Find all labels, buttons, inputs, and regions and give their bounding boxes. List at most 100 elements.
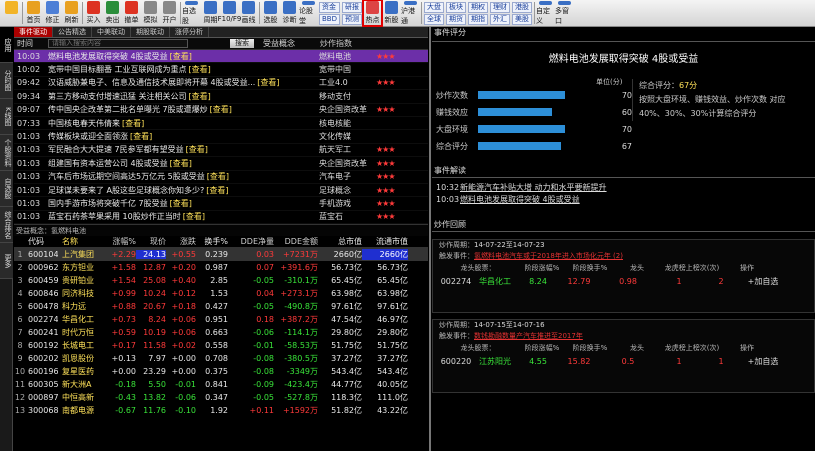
news-concept[interactable]: 文化传媒 xyxy=(316,131,376,142)
sidebar-item[interactable]: 个股资料 xyxy=(0,135,13,171)
news-row[interactable]: 01:03 汽车后市场远期空间高达5万亿元 5股或受益 [查看] 汽车电子 ★★★ xyxy=(14,171,428,184)
news-row[interactable]: 01:03 军民融合大大提速 7民参军都有望受益 [查看] 航天军工 ★★★ xyxy=(14,144,428,158)
view-link[interactable]: [查看] xyxy=(186,145,208,154)
news-row[interactable]: 01:03 国内手游市场将突破千亿 7股受益 [查看] 手机游戏 ★★★ xyxy=(14,197,428,211)
新股-button[interactable]: 新股 xyxy=(382,0,401,26)
toolbar-pill-button[interactable]: 大盘 xyxy=(424,1,444,13)
卖出-button[interactable]: 卖出 xyxy=(103,0,122,26)
news-row[interactable]: 01:03 足球谋未要来了 A股这些足球概念你知多少? [查看] 足球概念 ★★★ xyxy=(14,184,428,198)
news-concept[interactable]: 核电核能 xyxy=(316,118,376,129)
tab-0[interactable]: 事件驱动 xyxy=(14,27,53,37)
toolbar-pill-button[interactable]: 全球 xyxy=(424,13,444,25)
stock-row[interactable]: 12 000897 中恒高新 -0.43 13.82 -0.06 0.347 -0.05 -52… xyxy=(14,391,428,404)
hype-action[interactable]: +加自选 xyxy=(741,356,785,367)
news-row[interactable]: 09:34 第三方移动支付增速迅猛 关注相关公司 [查看] 移动支付 xyxy=(14,90,428,104)
view-link[interactable]: [查看] xyxy=(122,119,144,128)
开户-button[interactable]: 开户 xyxy=(160,0,179,26)
刷新-button[interactable]: 刷新 xyxy=(62,0,81,26)
sidebar-item[interactable]: 自选股 xyxy=(0,171,13,207)
view-link[interactable]: [查看] xyxy=(189,92,211,101)
stock-row[interactable]: 13 300068 南都电源 -0.67 11.76 -0.10 1.92 +0.11 +159… xyxy=(14,404,428,417)
news-row[interactable]: 10:02 宽带中国目标翻番 工业互联网成为重点 [查看] 宽带中国 xyxy=(14,63,428,77)
stock-row[interactable]: 9 600202 凯恩股份 +0.13 7.97 +0.00 0.708 -0.08 -380.… xyxy=(14,352,428,365)
news-concept[interactable]: 宽带中国 xyxy=(316,64,376,75)
诊断-button[interactable]: 诊断 xyxy=(280,0,299,26)
hype-data-row[interactable]: 002274 华昌化工 8.24 12.79 0.98 1 2 +加自选 xyxy=(433,274,814,288)
news-title[interactable]: 中国核电春天伟倩来 [查看] xyxy=(44,118,316,129)
hype-action[interactable]: +加自选 xyxy=(741,276,785,287)
stock-row[interactable]: 4 600846 同济科技 +0.99 10.24 +0.12 1.53 0.04 +273.1… xyxy=(14,287,428,300)
news-concept[interactable]: 燃料电池 xyxy=(316,51,376,62)
news-row[interactable]: 09:07 传中国央企改革第二批名单曝光 7股或遭爆炒 [查看] 央企国资改革 ★★★ xyxy=(14,104,428,117)
news-row[interactable]: 10:03 燃料电池发展取得突破 4股或受益 [查看] 燃料电池 ★★★ xyxy=(14,50,428,64)
view-link[interactable]: [查看] xyxy=(257,78,279,87)
news-concept[interactable]: 蓝宝石 xyxy=(316,211,376,222)
画线-button[interactable]: 画线 xyxy=(239,0,258,26)
view-link[interactable]: [查看] xyxy=(210,105,232,114)
trigger-link[interactable]: 氢燃料电池汽车或于2018年进入市场化元年 (2) xyxy=(474,252,623,260)
sidebar-item[interactable]: 更多 xyxy=(0,243,13,279)
stock-col-header[interactable]: 流通市值 xyxy=(362,236,408,247)
自定义-button[interactable]: 自定义 xyxy=(536,0,555,26)
toolbar-pill-button[interactable]: 资金 xyxy=(319,1,340,13)
sidebar-item[interactable]: 分时图 xyxy=(0,63,13,99)
首页-button[interactable]: 首页 xyxy=(24,0,43,26)
撤单-button[interactable]: 撤单 xyxy=(122,0,141,26)
stock-row[interactable]: 1 600104 上汽集团 +2.29 24.13 +0.55 0.239 0.03 +7231… xyxy=(14,248,428,262)
stock-col-header[interactable]: 现价 xyxy=(136,236,166,247)
news-row[interactable]: 01:03 传媒板块或迎全面领涨 [查看] 文化传媒 xyxy=(14,130,428,144)
沪港通-button[interactable]: 沪港通 xyxy=(401,0,420,26)
search-input[interactable]: 请输入搜索内容 xyxy=(48,39,188,48)
stock-row[interactable]: 7 600241 时代万恒 +0.59 10.19 +0.06 0.663 -0.06 -114… xyxy=(14,326,428,339)
news-title[interactable]: 汽车后市场远期空间高达5万亿元 5股或受益 [查看] xyxy=(44,171,316,182)
news-title[interactable]: 燃料电池发展取得突破 4股或受益 [查看] xyxy=(44,51,316,62)
tab-3[interactable]: 期股联动 xyxy=(131,27,170,37)
tab-2[interactable]: 中美联动 xyxy=(92,27,131,37)
view-link[interactable]: [查看] xyxy=(189,65,211,74)
view-link[interactable]: [查看] xyxy=(170,159,192,168)
选股-button[interactable]: 选股 xyxy=(261,0,280,26)
stock-row[interactable]: 2 000962 东方钽业 +1.58 12.87 +0.20 0.987 0.07 +391.… xyxy=(14,261,428,274)
news-title[interactable]: 传中国央企改革第二批名单曝光 7股或遭爆炒 [查看] xyxy=(44,104,316,115)
panel-divider[interactable] xyxy=(429,27,431,451)
stock-row[interactable]: 6 002274 华昌化工 +0.73 8.24 +0.06 0.951 0.18 +387.2… xyxy=(14,313,428,326)
tab-1[interactable]: 公告精选 xyxy=(53,27,92,37)
news-title[interactable]: 军民融合大大提速 7民参军都有望受益 [查看] xyxy=(44,144,316,155)
stock-col-header[interactable]: 涨跌 xyxy=(166,236,196,247)
explain-link[interactable]: 新能源汽车补贴大增 动力和水平要新提升 xyxy=(460,183,607,192)
news-concept[interactable]: 央企国资改革 xyxy=(316,104,376,115)
修正-button[interactable]: 修正 xyxy=(43,0,62,26)
sidebar-item[interactable]: 应用 xyxy=(0,27,13,63)
news-title[interactable]: 汉语威胁兼电子、信息及通信技术展即将开幕 4股或受益... [查看] xyxy=(44,77,316,88)
news-concept[interactable]: 央企国资改革 xyxy=(316,158,376,169)
view-link[interactable]: [查看] xyxy=(170,199,192,208)
toolbar-pill-button[interactable]: 港股 xyxy=(512,1,532,13)
tab-4[interactable]: 涨停分析 xyxy=(170,27,209,37)
toolbar-pill-button[interactable]: 研报 xyxy=(342,1,362,13)
stock-col-header[interactable]: DDE净量 xyxy=(228,236,274,247)
view-link[interactable]: [查看] xyxy=(206,186,228,195)
trigger-link[interactable]: 数钱勘融数量产汽车推进至2017年 xyxy=(474,332,583,340)
自选股-button[interactable]: 自选股 xyxy=(182,0,201,26)
news-title[interactable]: 组建国有资本运营公司 4股或受益 [查看] xyxy=(44,158,316,169)
买入-button[interactable]: 买入 xyxy=(84,0,103,26)
热点-button[interactable]: 热点 xyxy=(362,0,383,27)
F10/F9-button[interactable]: F10/F9 xyxy=(218,0,241,26)
stock-row[interactable]: 8 600192 长城电工 +0.17 11.58 +0.02 0.558 -0.01 -58.… xyxy=(14,339,428,352)
toolbar-pill-button[interactable]: 理财 xyxy=(490,1,510,13)
view-link[interactable]: [查看] xyxy=(183,212,205,221)
search-button[interactable]: 搜索 xyxy=(230,39,254,48)
news-title[interactable]: 国内手游市场将突破千亿 7股受益 [查看] xyxy=(44,198,316,209)
explain-row[interactable]: 10:03燃料电池发展取得突破 4股或受益 xyxy=(432,194,815,206)
view-link[interactable]: [查看] xyxy=(130,132,152,141)
sidebar-item[interactable]: K线图 xyxy=(0,99,13,135)
stock-row[interactable]: 10 600196 复星医药 +0.00 23.29 +0.00 0.375 -0.08 -33… xyxy=(14,365,428,378)
toolbar-pill-button[interactable]: 期指 xyxy=(468,13,488,25)
news-concept[interactable]: 移动支付 xyxy=(316,91,376,102)
news-concept[interactable]: 航天军工 xyxy=(316,144,376,155)
stock-col-header[interactable]: 总市值 xyxy=(318,236,362,247)
stock-col-header[interactable]: 代码 xyxy=(26,236,58,247)
论股堂-button[interactable]: 论股堂 xyxy=(299,0,318,26)
explain-row[interactable]: 10:32新能源汽车补贴大增 动力和水平要新提升 xyxy=(432,182,815,194)
stock-col-header[interactable]: DDE金额 xyxy=(274,236,318,247)
